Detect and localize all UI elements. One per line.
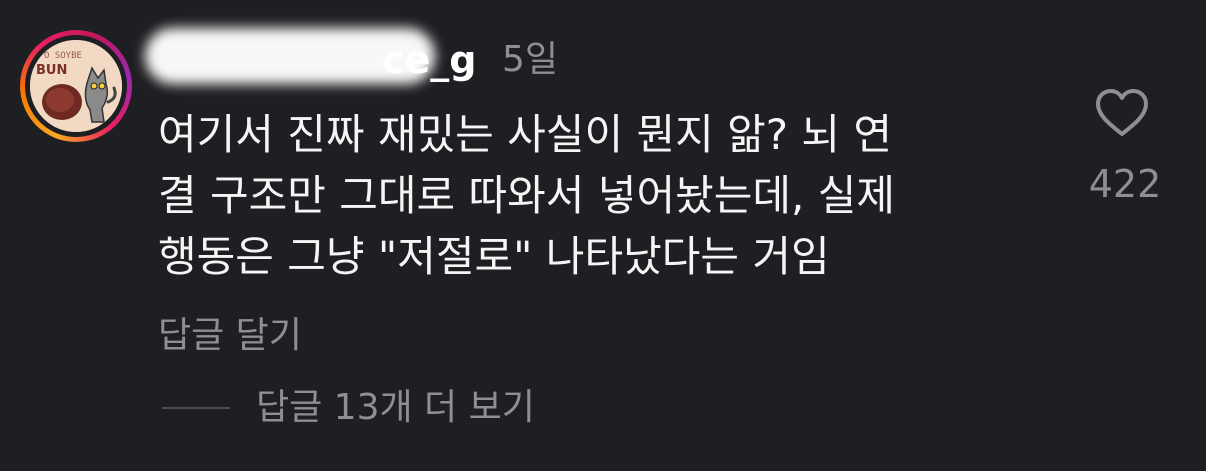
avatar-ring-gap: O SOYBE BUN	[25, 35, 127, 137]
heart-icon[interactable]	[1094, 88, 1150, 138]
comment-timestamp: 5일	[502, 39, 559, 80]
comment-body-line: 결 구조만 그대로 따와서 넣어놨는데, 실제	[158, 171, 895, 220]
comment-item: O SOYBE BUN ce_g 5일 여기서 진짜 재밌는 사실이 뭔지 앎?…	[0, 0, 1206, 471]
comment-body-line: 행동은 그냥 "저절로" 나타났다는 거임	[158, 232, 830, 281]
username[interactable]: ce_g	[382, 36, 477, 84]
avatar-illustration: O SOYBE BUN	[30, 40, 122, 132]
like-count: 422	[1088, 162, 1162, 206]
view-replies-button[interactable]: 답글 13개 더 보기	[256, 384, 535, 432]
comment-body-line: 여기서 진짜 재밌는 사실이 뭔지 앎? 뇌 연	[158, 110, 892, 159]
avatar[interactable]: O SOYBE BUN	[20, 30, 132, 142]
reply-button[interactable]: 답글 달기	[158, 312, 302, 360]
avatar-text-top: O SOYBE	[44, 51, 82, 61]
replies-divider	[162, 407, 230, 409]
avatar-image: O SOYBE BUN	[30, 40, 122, 132]
avatar-text-bun: BUN	[36, 63, 67, 78]
comment-body: 여기서 진짜 재밌는 사실이 뭔지 앎? 뇌 연 결 구조만 그대로 따와서 넣…	[158, 104, 1058, 287]
